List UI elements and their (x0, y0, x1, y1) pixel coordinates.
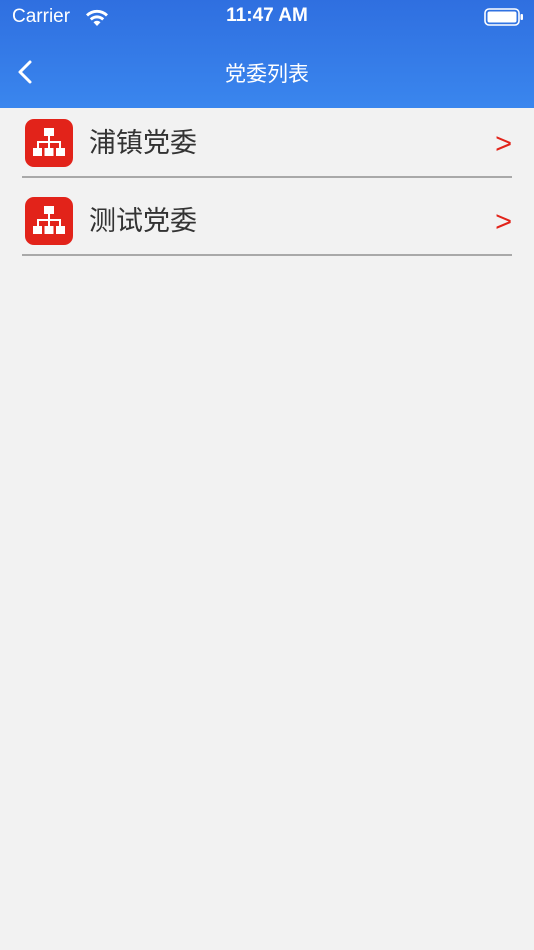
org-chart-icon (25, 197, 73, 245)
status-bar: Carrier 11:47 AM (0, 0, 534, 36)
list-item-label: 浦镇党委 (89, 128, 197, 159)
battery-icon (484, 8, 524, 26)
page-title: 党委列表 (225, 62, 309, 86)
list-item-label: 测试党委 (89, 206, 197, 237)
party-committee-list: 浦镇党委 > 测试党委 > (22, 112, 512, 268)
chevron-right-icon: > (495, 206, 512, 238)
app-header: Carrier 11:47 AM 党委列表 (0, 0, 534, 108)
navigation-bar: 党委列表 (0, 44, 534, 100)
status-time: 11:47 AM (226, 5, 308, 26)
list-item[interactable]: 浦镇党委 > (22, 112, 512, 178)
org-chart-icon (25, 119, 73, 167)
list-item[interactable]: 测试党委 > (22, 190, 512, 256)
chevron-right-icon: > (495, 128, 512, 160)
